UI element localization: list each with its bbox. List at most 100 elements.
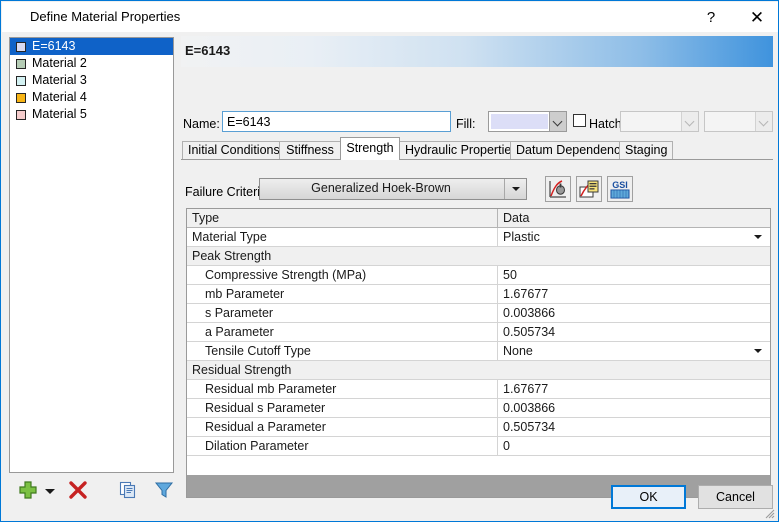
rocdata-icon — [579, 180, 599, 198]
material-list-item[interactable]: Material 2 — [10, 55, 173, 72]
material-color-swatch — [16, 75, 26, 86]
grid-cell-type: Residual Strength — [192, 363, 292, 377]
tab-hydraulic-properties[interactable]: Hydraulic Properties — [399, 141, 518, 159]
grid-cell-data[interactable]: 1.67677 — [498, 285, 770, 303]
grid-cell-value: 0.003866 — [503, 401, 556, 415]
fill-label: Fill: — [456, 117, 476, 131]
tab-datum-dependency[interactable]: Datum Dependency — [510, 141, 626, 159]
grid-cell-data[interactable]: Plastic — [498, 228, 770, 246]
ok-button[interactable]: OK — [611, 485, 686, 509]
grid-row[interactable]: s Parameter 0.003866 — [187, 304, 770, 323]
grid-cell-data[interactable]: 1.67677 — [498, 380, 770, 398]
properties-grid[interactable]: Type Data Material Type Plastic Peak Stren… — [186, 208, 771, 498]
tab-panel-top-border — [181, 159, 773, 161]
fill-color-combo[interactable] — [488, 111, 567, 132]
close-button[interactable]: ✕ — [735, 3, 778, 32]
failure-criterion-combo[interactable]: Generalized Hoek-Brown — [259, 178, 527, 200]
help-button[interactable]: ? — [689, 3, 733, 32]
grid-cell-data[interactable]: 0.505734 — [498, 323, 770, 341]
material-list-item-label: Material 5 — [32, 107, 87, 121]
svg-text:GSI: GSI — [612, 180, 628, 190]
grid-cell-value: None — [503, 344, 533, 358]
hatch-color-combo[interactable] — [704, 111, 773, 132]
grid-cell-data[interactable]: 0.003866 — [498, 304, 770, 322]
grid-cell-type: mb Parameter — [187, 285, 498, 303]
grid-cell-value: 50 — [503, 268, 517, 282]
resize-grip-icon[interactable] — [763, 507, 775, 519]
grid-row[interactable]: Residual a Parameter 0.505734 — [187, 418, 770, 437]
material-color-swatch — [16, 92, 26, 103]
grid-cell-type: Residual s Parameter — [187, 399, 498, 417]
grid-header-row: Type Data — [187, 209, 770, 228]
copy-material-button[interactable] — [117, 479, 143, 505]
tab-staging[interactable]: Staging — [619, 141, 673, 159]
rocdata-icon-button[interactable] — [576, 176, 602, 202]
add-icon — [19, 481, 37, 499]
delete-material-button[interactable] — [67, 479, 93, 505]
grid-cell-type: Residual a Parameter — [187, 418, 498, 436]
grid-cell-type: a Parameter — [187, 323, 498, 341]
grid-row[interactable]: Residual mb Parameter 1.67677 — [187, 380, 770, 399]
material-list-item[interactable]: Material 3 — [10, 72, 173, 89]
grid-cell-type: Tensile Cutoff Type — [187, 342, 498, 360]
grid-cell-type: Residual mb Parameter — [187, 380, 498, 398]
grid-cell-type: s Parameter — [187, 304, 498, 322]
grid-row[interactable]: Material Type Plastic — [187, 228, 770, 247]
chevron-down-icon[interactable] — [754, 235, 762, 239]
chevron-down-icon — [549, 112, 566, 131]
copy-icon — [119, 481, 136, 499]
grid-header-type: Type — [187, 209, 498, 227]
grid-cell-data[interactable]: 0.505734 — [498, 418, 770, 436]
filter-icon — [154, 482, 174, 498]
material-list-item[interactable]: Material 4 — [10, 89, 173, 106]
gsi-chart-icon-button[interactable]: GSI — [607, 176, 633, 202]
grid-cell-type: Peak Strength — [192, 249, 272, 263]
strength-plot-icon — [549, 180, 566, 198]
grid-cell-data[interactable]: 0 — [498, 437, 770, 455]
material-color-swatch — [16, 58, 26, 69]
grid-cell-type: Material Type — [187, 228, 498, 246]
material-list-item-label: Material 4 — [32, 90, 87, 104]
filter-materials-button[interactable] — [153, 479, 179, 505]
strength-plot-icon-button[interactable] — [545, 176, 571, 202]
material-list-item-label: Material 2 — [32, 56, 87, 70]
chevron-down-icon[interactable] — [754, 349, 762, 353]
grid-cell-type: Compressive Strength (MPa) — [187, 266, 498, 284]
fill-color-swatch — [491, 114, 548, 129]
failure-criterion-value: Generalized Hoek-Brown — [311, 181, 451, 195]
grid-row[interactable]: Dilation Parameter 0 — [187, 437, 770, 456]
grid-header-data: Data — [503, 211, 530, 225]
chevron-down-icon — [681, 112, 698, 131]
grid-cell-data[interactable]: 50 — [498, 266, 770, 284]
hatch-pattern-combo[interactable] — [620, 111, 699, 132]
add-material-button[interactable] — [17, 479, 43, 505]
list-toolbar — [9, 479, 189, 509]
tab-initial-conditions[interactable]: Initial Conditions — [182, 141, 280, 159]
title-bar: Define Material Properties ? ✕ — [2, 2, 778, 32]
grid-row[interactable]: a Parameter 0.505734 — [187, 323, 770, 342]
content-panel: E=6143 Name: Fill: Hatch: Initial Condit… — [181, 33, 773, 498]
grid-row[interactable]: Compressive Strength (MPa) 50 — [187, 266, 770, 285]
name-input[interactable] — [222, 111, 451, 132]
grid-cell-type: Dilation Parameter — [187, 437, 498, 455]
material-list[interactable]: E=6143 Material 2 Material 3 Material 4 Mate… — [9, 37, 174, 473]
grid-cell-data[interactable]: None — [498, 342, 770, 360]
cancel-button[interactable]: Cancel — [698, 485, 773, 509]
chevron-down-icon — [755, 112, 772, 131]
banner-title: E=6143 — [185, 43, 231, 58]
tab-stiffness[interactable]: Stiffness — [279, 141, 341, 159]
grid-row[interactable]: Tensile Cutoff Type None — [187, 342, 770, 361]
tab-strength[interactable]: Strength — [340, 137, 400, 160]
grid-group-row: Peak Strength — [187, 247, 770, 266]
selected-material-banner: E=6143 — [181, 36, 773, 67]
material-list-item[interactable]: E=6143 — [10, 38, 173, 55]
add-dropdown-arrow-icon[interactable] — [45, 489, 55, 494]
material-color-swatch — [16, 109, 26, 120]
window-title: Define Material Properties — [30, 9, 181, 24]
material-list-item[interactable]: Material 5 — [10, 106, 173, 123]
grid-cell-data[interactable]: 0.003866 — [498, 399, 770, 417]
gsi-chart-icon: GSI — [610, 180, 630, 199]
grid-row[interactable]: mb Parameter 1.67677 — [187, 285, 770, 304]
grid-row[interactable]: Residual s Parameter 0.003866 — [187, 399, 770, 418]
hatch-checkbox[interactable] — [573, 114, 586, 127]
